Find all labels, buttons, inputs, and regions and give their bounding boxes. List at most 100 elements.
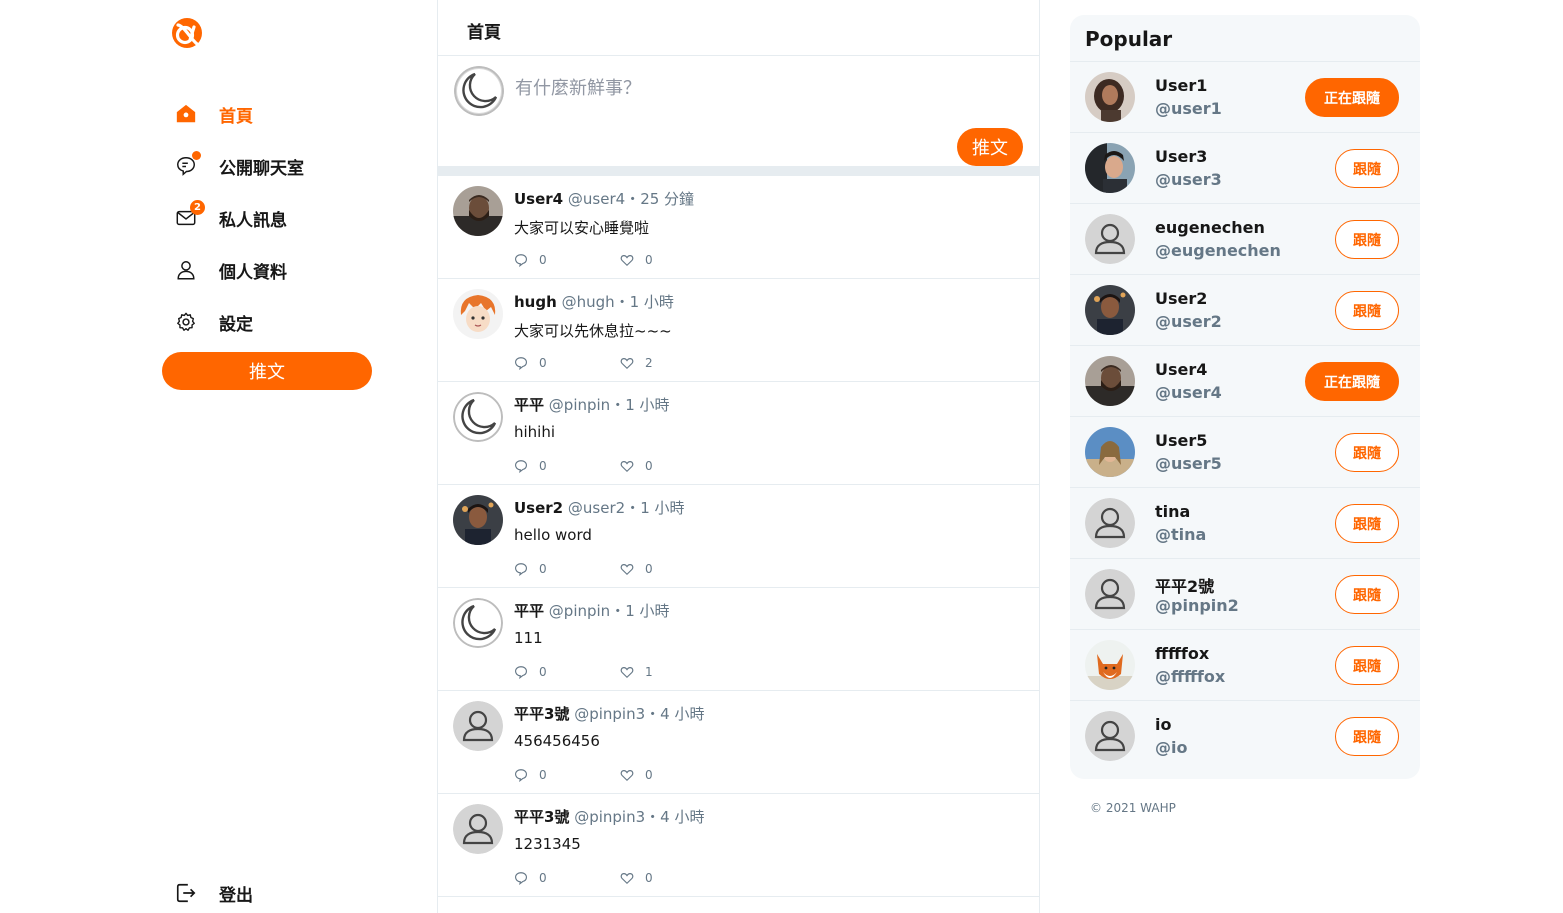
reply-button[interactable]: 0 (514, 562, 547, 576)
popular-user-name[interactable]: User3 (1155, 147, 1207, 166)
follow-button[interactable]: 跟隨 (1335, 646, 1399, 685)
nav-item-profile[interactable]: 個人資料 (174, 255, 287, 285)
tweet-item[interactable]: 平平 @pinpin・1 小時 111 0 1 (438, 588, 1039, 691)
tweet-author-name[interactable]: 平平3號 (514, 808, 569, 826)
like-button[interactable]: 0 (620, 562, 653, 576)
follow-button[interactable]: 跟隨 (1335, 504, 1399, 543)
nav-item-private-messages[interactable]: 2 私人訊息 (174, 200, 287, 233)
heart-icon (620, 770, 634, 782)
compose-input[interactable] (515, 78, 995, 99)
user4-photo[interactable] (1085, 356, 1135, 406)
popular-user-handle[interactable]: @user4 (1155, 383, 1222, 402)
reply-button[interactable]: 0 (514, 665, 547, 679)
default-avatar[interactable] (1085, 569, 1135, 619)
popular-user-handle[interactable]: @fffffox (1155, 667, 1225, 686)
reply-button[interactable]: 0 (514, 768, 547, 782)
user4-photo[interactable] (453, 186, 503, 236)
tweet-author-name[interactable]: 平平 (514, 396, 544, 414)
like-button[interactable]: 0 (620, 768, 653, 782)
popular-user-name[interactable]: User1 (1155, 76, 1207, 95)
popular-user-name[interactable]: tina (1155, 502, 1190, 521)
like-button[interactable]: 2 (620, 356, 653, 370)
default-avatar[interactable] (453, 804, 503, 854)
tweet-item[interactable]: 平平 @pinpin・1 小時 hihihi 0 0 (438, 382, 1039, 485)
tweet-item[interactable]: 平平3號 @pinpin3・4 小時 456456456 0 0 (438, 691, 1039, 794)
like-button[interactable]: 0 (620, 871, 653, 885)
logout-icon (174, 881, 198, 905)
follow-button[interactable]: 跟隨 (1335, 149, 1399, 188)
nav-item-public-chat[interactable]: 公開聊天室 (174, 151, 304, 181)
nav-item-home[interactable]: 首頁 (174, 99, 253, 129)
tweet-item[interactable]: 平平3號 @pinpin3・4 小時 1231345 0 0 (438, 794, 1039, 897)
popular-user-name[interactable]: User2 (1155, 289, 1207, 308)
tweet-handle[interactable]: @pinpin3 (574, 705, 645, 723)
tweet-text: 456456456 (514, 732, 600, 750)
tweet-handle[interactable]: @pinpin (549, 396, 610, 414)
popular-user-handle[interactable]: @user2 (1155, 312, 1222, 331)
nav-item-settings[interactable]: 設定 (174, 307, 253, 337)
tweet-author-name[interactable]: User2 (514, 499, 563, 517)
moon-avatar[interactable] (453, 392, 503, 442)
like-button[interactable]: 0 (620, 253, 653, 267)
popular-user-handle[interactable]: @pinpin2 (1155, 596, 1239, 615)
reply-button[interactable]: 0 (514, 356, 547, 370)
popular-user-handle[interactable]: @user1 (1155, 99, 1222, 118)
tweet-author-name[interactable]: 平平3號 (514, 705, 569, 723)
user1-photo[interactable] (1085, 72, 1135, 122)
default-avatar[interactable] (453, 701, 503, 751)
user2-photo[interactable] (453, 495, 503, 545)
follow-button[interactable]: 跟隨 (1335, 291, 1399, 330)
default-avatar[interactable] (1085, 711, 1135, 761)
user2-photo[interactable] (1085, 285, 1135, 335)
follow-button[interactable]: 跟隨 (1335, 433, 1399, 472)
like-button[interactable]: 0 (620, 459, 653, 473)
tweet-item[interactable]: User2 @user2・1 小時 hello word 0 0 (438, 485, 1039, 588)
user3-photo[interactable] (1085, 143, 1135, 193)
popular-user-name[interactable]: eugenechen (1155, 218, 1265, 237)
follow-button[interactable]: 跟隨 (1335, 717, 1399, 756)
popular-user-name[interactable]: 平平2號 (1155, 573, 1214, 597)
popular-user-handle[interactable]: @eugenechen (1155, 241, 1281, 260)
tweet-handle[interactable]: @hugh (562, 293, 615, 311)
tweet-button[interactable]: 推文 (162, 352, 372, 390)
tweet-author-name[interactable]: User4 (514, 190, 563, 208)
tweet-author-name[interactable]: hugh (514, 293, 557, 311)
submit-tweet-button[interactable]: 推文 (957, 128, 1023, 166)
tweet-time: 4 小時 (660, 808, 705, 826)
popular-user-handle[interactable]: @io (1155, 738, 1187, 757)
logout-button[interactable]: 登出 (174, 878, 253, 908)
tweet-author-name[interactable]: 平平 (514, 602, 544, 620)
tweet-item[interactable]: User4 @user4・25 分鐘 大家可以安心睡覺啦 0 0 (438, 176, 1039, 279)
user5-photo[interactable] (1085, 427, 1135, 477)
popular-user-name[interactable]: User5 (1155, 431, 1207, 450)
popular-user-handle[interactable]: @tina (1155, 525, 1206, 544)
popular-user-handle[interactable]: @user5 (1155, 454, 1222, 473)
reply-button[interactable]: 0 (514, 253, 547, 267)
popular-user-handle[interactable]: @user3 (1155, 170, 1222, 189)
hugh-anime[interactable] (453, 289, 503, 339)
popular-user-name[interactable]: User4 (1155, 360, 1207, 379)
follow-button[interactable]: 跟隨 (1335, 220, 1399, 259)
popular-user-row: User3 @user3 跟隨 (1070, 133, 1420, 204)
popular-user-name[interactable]: io (1155, 715, 1171, 734)
tweet-handle[interactable]: @pinpin (549, 602, 610, 620)
reply-button[interactable]: 0 (514, 459, 547, 473)
moon-avatar[interactable] (453, 598, 503, 648)
default-avatar[interactable] (1085, 214, 1135, 264)
fox-photo[interactable] (1085, 640, 1135, 690)
alpha-logo-icon[interactable] (170, 16, 204, 50)
unfollow-button[interactable]: 正在跟隨 (1305, 78, 1399, 117)
reply-button[interactable]: 0 (514, 871, 547, 885)
default-avatar[interactable] (1085, 498, 1135, 548)
popular-user-name[interactable]: fffffox (1155, 644, 1209, 663)
heart-icon (620, 667, 634, 679)
tweet-handle[interactable]: @pinpin3 (574, 808, 645, 826)
tweet-handle[interactable]: @user2 (568, 499, 625, 517)
unfollow-button[interactable]: 正在跟隨 (1305, 362, 1399, 401)
follow-button[interactable]: 跟隨 (1335, 575, 1399, 614)
tweet-handle[interactable]: @user4 (568, 190, 625, 208)
tweet-item[interactable]: hugh @hugh・1 小時 大家可以先休息拉~~~ 0 2 (438, 279, 1039, 382)
like-count: 2 (645, 356, 653, 370)
like-button[interactable]: 1 (620, 665, 653, 679)
separator-dot: ・ (614, 293, 630, 311)
